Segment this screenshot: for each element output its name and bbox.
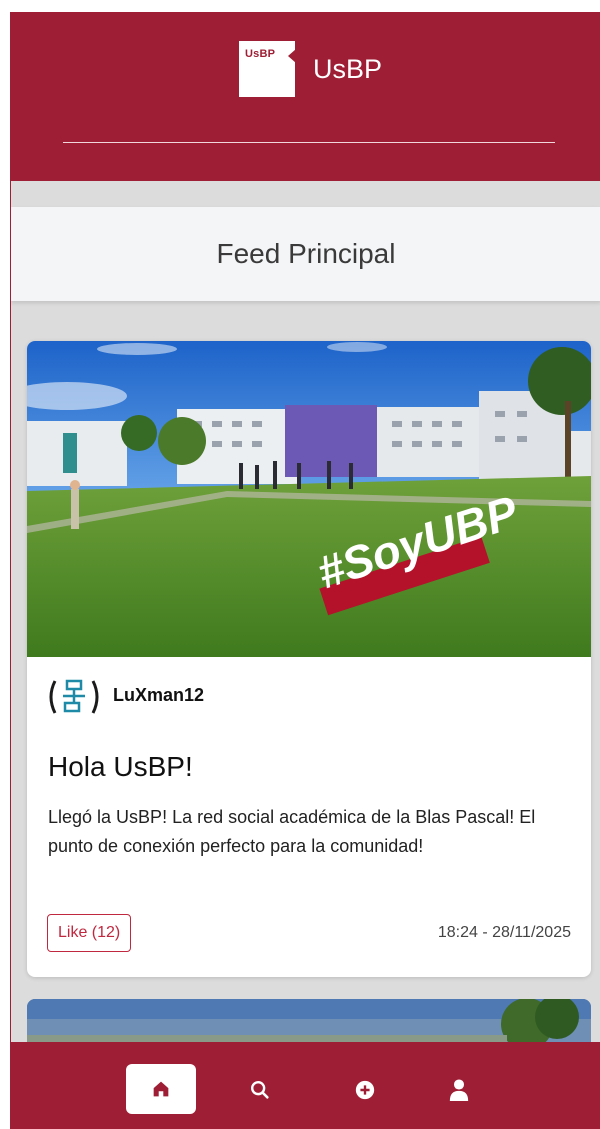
nav-profile[interactable] [425, 1064, 493, 1116]
post-image[interactable]: #SoyUBP [27, 341, 591, 657]
logo-notch [288, 49, 296, 63]
nav-search[interactable] [226, 1064, 294, 1116]
post-body: Llegó la UsBP! La red social académica d… [48, 807, 536, 856]
logo-text: UsBP [245, 48, 276, 60]
like-button[interactable]: Like (12) [47, 914, 132, 952]
author-name[interactable]: LuXman12 [113, 685, 204, 706]
app-frame: UsBP UsBP Feed Principal #SoyUBP LuXman1… [10, 12, 600, 1129]
avatar[interactable] [47, 677, 101, 714]
avatar-icon [49, 679, 99, 714]
header-divider [63, 142, 555, 143]
add-circle-icon [355, 1080, 375, 1100]
home-icon [153, 1081, 169, 1097]
user-icon [449, 1079, 469, 1101]
post-title: Hola UsBP! [48, 751, 193, 782]
title-bar: Feed Principal [11, 207, 600, 301]
bottom-nav [11, 1042, 600, 1129]
post-timestamp: 18:24 - 28/11/2025 [437, 924, 571, 941]
post-card: #SoyUBP LuXman12 Hola UsBP! Llegó la UsB… [27, 341, 591, 977]
logo: UsBP [239, 41, 296, 97]
campus-photo: #SoyUBP [27, 341, 591, 657]
brand-name: UsBP [313, 53, 383, 84]
brand[interactable]: UsBP UsBP [239, 41, 382, 97]
nav-create-post[interactable] [331, 1064, 399, 1116]
search-icon [251, 1081, 269, 1099]
app-header: UsBP UsBP [11, 12, 600, 181]
author-row[interactable]: LuXman12 [47, 677, 204, 714]
nav-home[interactable] [126, 1064, 196, 1114]
page-title: Feed Principal [216, 238, 396, 269]
